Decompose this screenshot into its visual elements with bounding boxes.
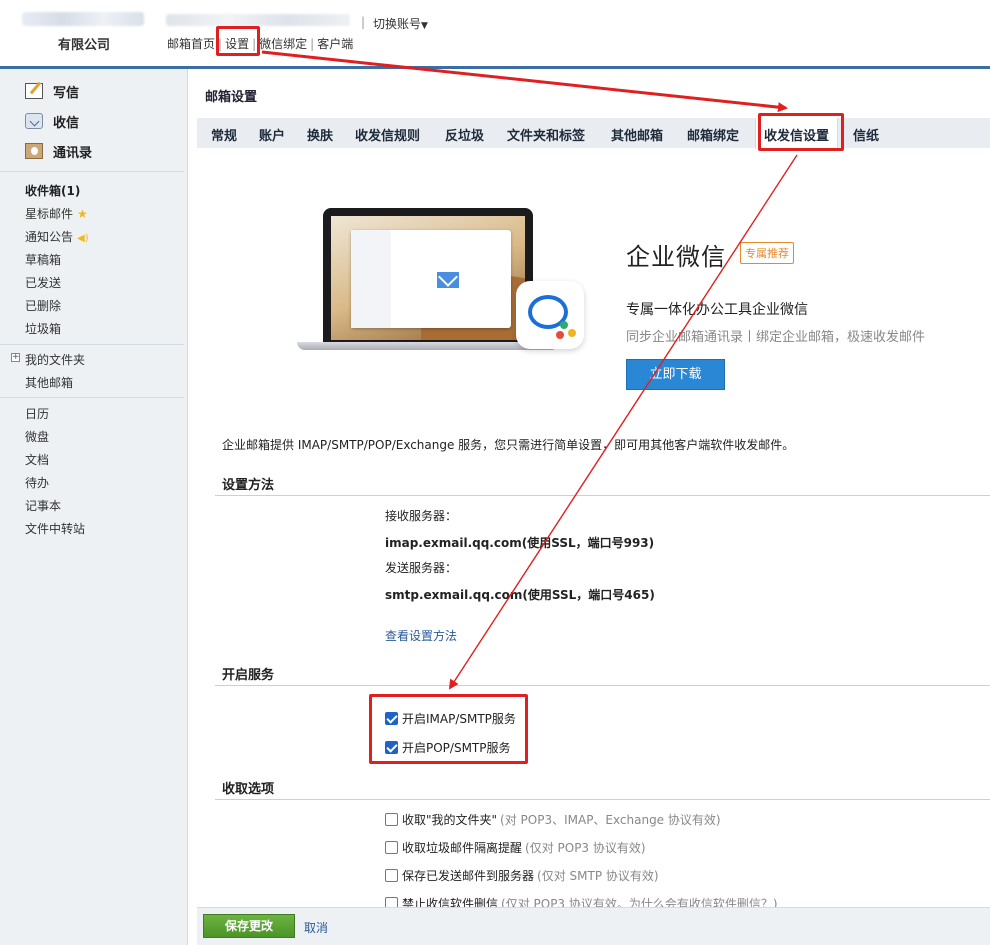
option-note: (对 POP3、IMAP、Exchange 协议有效)	[500, 813, 721, 827]
sidebar-item-docs[interactable]: 文档	[25, 451, 49, 468]
star-icon: ★	[77, 207, 88, 221]
option-note: (仅对 POP3 协议有效)	[525, 841, 646, 855]
highlight-services	[369, 694, 528, 764]
main-panel: 邮箱设置 常规 账户 换肤 收发信规则 反垃圾 文件夹和标签 其他邮箱 邮箱绑定…	[197, 69, 990, 945]
highlight-active-tab	[758, 113, 844, 151]
sidebar-item-spam[interactable]: 垃圾箱	[25, 320, 61, 337]
my-folders-checkbox[interactable]	[385, 813, 398, 826]
sidebar-item-starred[interactable]: 星标邮件 ★	[25, 205, 88, 222]
option-spam-reminder[interactable]: 收取垃圾邮件隔离提醒 (仅对 POP3 协议有效)	[385, 839, 646, 856]
contacts-icon	[25, 143, 43, 159]
top-links: 邮箱首页 | 设置 | 微信绑定 | 客户端	[167, 37, 354, 51]
separator: |	[361, 15, 366, 29]
notices-label: 通知公告	[25, 230, 74, 244]
spam-reminder-checkbox[interactable]	[385, 841, 398, 854]
sidebar-contacts[interactable]: 通讯录	[25, 140, 92, 162]
section-divider	[215, 495, 990, 496]
intro-text: 企业邮箱提供 IMAP/SMTP/POP/Exchange 服务，您只需进行简单…	[222, 438, 795, 452]
save-changes-button[interactable]: 保存更改	[203, 914, 295, 938]
promo-badge: 专属推荐	[740, 242, 794, 264]
compose-icon	[25, 83, 43, 99]
tab-other-mail[interactable]: 其他邮箱	[611, 125, 663, 144]
top-header: 有限公司 | 切换账号▼ 邮箱首页 | 设置 | 微信绑定 | 客户端	[0, 0, 990, 64]
tab-antispam[interactable]: 反垃圾	[445, 125, 484, 144]
contacts-label: 通讯录	[53, 145, 93, 161]
settings-tabs: 常规 账户 换肤 收发信规则 反垃圾 文件夹和标签 其他邮箱 邮箱绑定 收发信设…	[197, 118, 990, 149]
caret-down-icon: ▼	[421, 21, 428, 31]
option-my-folders[interactable]: 收取"我的文件夹" (对 POP3、IMAP、Exchange 协议有效)	[385, 811, 721, 828]
starred-label: 星标邮件	[25, 207, 74, 221]
company-name: 有限公司	[58, 38, 111, 53]
sidebar-divider	[0, 397, 184, 398]
section-divider	[215, 799, 990, 800]
section-services-heading: 开启服务	[222, 668, 275, 683]
option-label: 保存已发送邮件到服务器	[402, 869, 535, 883]
sidebar-item-drive[interactable]: 微盘	[25, 428, 49, 445]
sidebar-item-notices[interactable]: 通知公告 ◀)	[25, 228, 89, 245]
mail-envelope-icon	[437, 272, 459, 288]
option-label: 收取垃圾邮件隔离提醒	[402, 841, 523, 855]
link-client[interactable]: 客户端	[317, 37, 353, 51]
receive-label: 收信	[53, 115, 80, 131]
tab-stationery[interactable]: 信纸	[853, 125, 879, 144]
sidebar-item-drafts[interactable]: 草稿箱	[25, 251, 61, 268]
sidebar: 写信 收信 通讯录 收件箱(1) 星标邮件 ★ 通知公告 ◀) 草稿箱 已发送 已删…	[0, 69, 188, 945]
sidebar-item-todo[interactable]: 待办	[25, 474, 49, 491]
link-wechat-bind[interactable]: 微信绑定	[259, 37, 307, 51]
sidebar-item-other-mail[interactable]: 其他邮箱	[25, 374, 73, 391]
section-options-heading: 收取选项	[222, 782, 275, 797]
sidebar-compose[interactable]: 写信	[25, 80, 79, 102]
sidebar-divider	[0, 344, 184, 345]
promo-title: 企业微信	[626, 243, 726, 271]
promo-subtitle: 专属一体化办公工具企业微信	[626, 302, 808, 318]
sidebar-item-file-transfer[interactable]: 文件中转站	[25, 520, 85, 537]
switch-account-label: 切换账号	[373, 17, 422, 31]
view-setup-link[interactable]: 查看设置方法	[385, 627, 457, 644]
tab-skin[interactable]: 换肤	[307, 125, 333, 144]
compose-label: 写信	[53, 85, 80, 101]
highlight-settings-link	[216, 26, 260, 56]
tab-folders-labels[interactable]: 文件夹和标签	[507, 125, 585, 144]
send-server-value: smtp.exmail.qq.com(使用SSL，端口号465)	[385, 588, 655, 602]
section-setup-heading: 设置方法	[222, 478, 275, 493]
send-server-label: 发送服务器：	[385, 561, 458, 575]
receive-icon	[25, 113, 43, 129]
recv-server-value: imap.exmail.qq.com(使用SSL，端口号993)	[385, 536, 655, 550]
sidebar-item-notes[interactable]: 记事本	[25, 497, 61, 514]
option-label: 收取"我的文件夹"	[402, 813, 498, 827]
option-save-sent[interactable]: 保存已发送邮件到服务器 (仅对 SMTP 协议有效)	[385, 867, 659, 884]
sidebar-receive[interactable]: 收信	[25, 110, 79, 132]
laptop-illustration	[297, 208, 559, 350]
sidebar-item-sent[interactable]: 已发送	[25, 274, 61, 291]
company-name-redacted	[22, 12, 144, 26]
tab-general[interactable]: 常规	[211, 125, 237, 144]
save-sent-checkbox[interactable]	[385, 869, 398, 882]
bottom-action-bar: 保存更改 取消	[197, 907, 990, 945]
sidebar-item-my-folders[interactable]: 我的文件夹	[25, 351, 85, 368]
wecom-logo-icon	[516, 281, 584, 349]
switch-account-link[interactable]: 切换账号▼	[373, 15, 428, 32]
section-divider	[215, 685, 990, 686]
link-mail-home[interactable]: 邮箱首页	[167, 37, 215, 51]
account-address-redacted	[166, 14, 350, 26]
sidebar-item-deleted[interactable]: 已删除	[25, 297, 61, 314]
recv-server-label: 接收服务器：	[385, 509, 458, 523]
speaker-icon: ◀)	[77, 233, 89, 244]
sidebar-item-inbox[interactable]: 收件箱(1)	[25, 182, 80, 199]
cancel-link[interactable]: 取消	[304, 919, 328, 936]
tab-mail-bind[interactable]: 邮箱绑定	[687, 125, 739, 144]
option-note: (仅对 SMTP 协议有效)	[537, 869, 659, 883]
download-button[interactable]: 立即下载	[626, 359, 725, 390]
promo-description: 同步企业邮箱通讯录丨绑定企业邮箱，极速收发邮件	[626, 330, 926, 345]
tab-account[interactable]: 账户	[259, 125, 285, 144]
sidebar-divider	[0, 171, 184, 172]
expand-plus-icon[interactable]: +	[11, 353, 20, 362]
sidebar-item-calendar[interactable]: 日历	[25, 405, 49, 422]
page-title: 邮箱设置	[205, 90, 258, 105]
tab-rules[interactable]: 收发信规则	[355, 125, 420, 144]
